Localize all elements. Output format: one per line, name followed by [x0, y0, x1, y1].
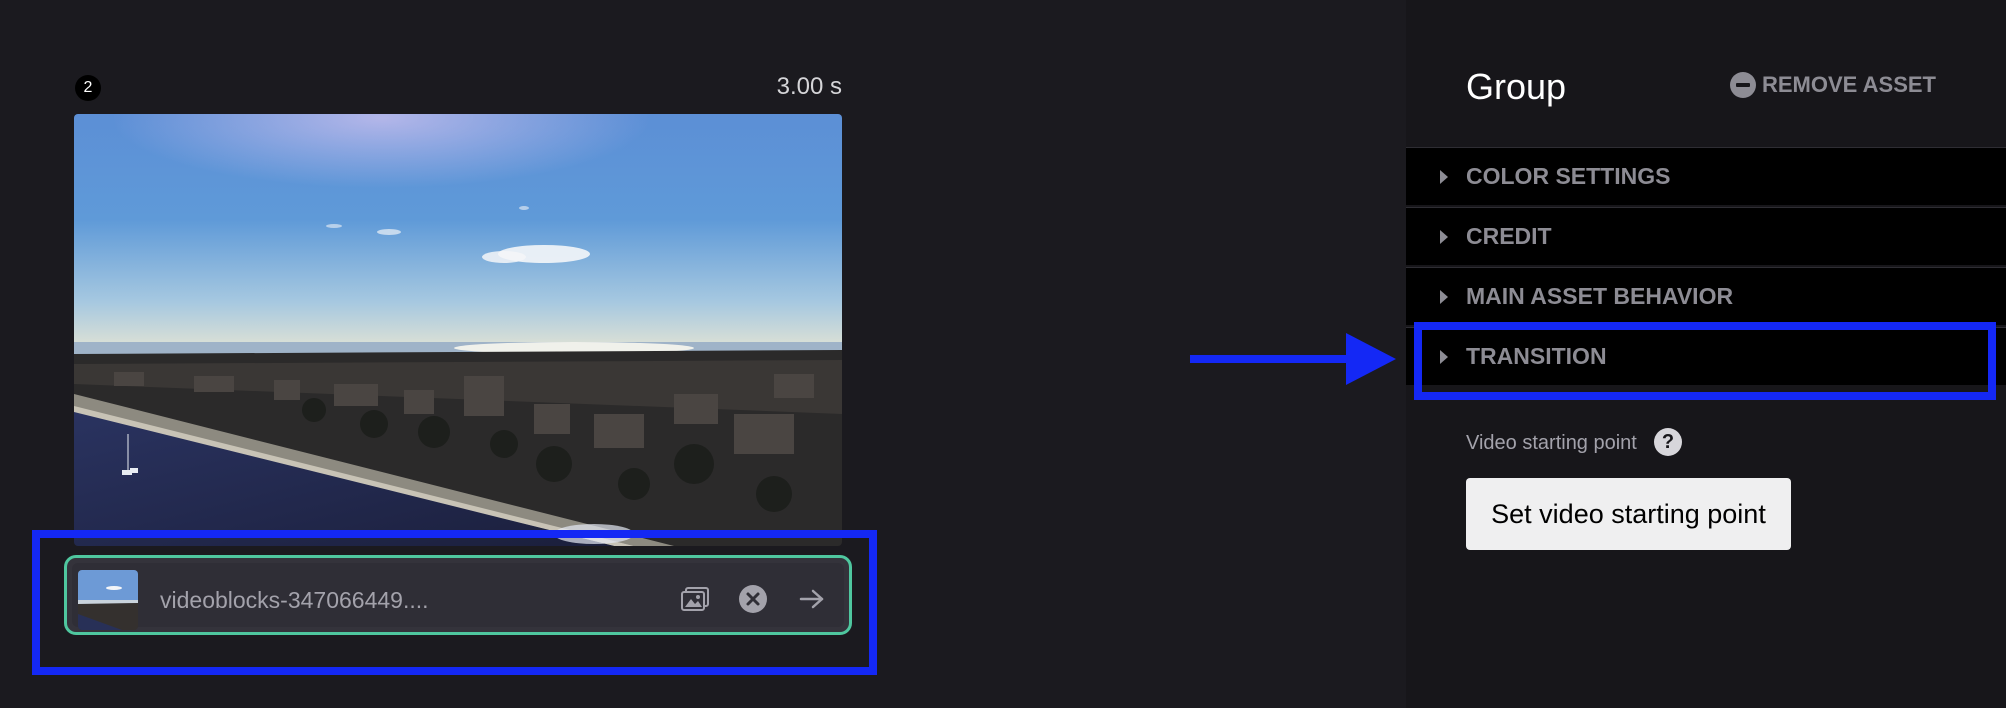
arrow-right-icon[interactable]: [795, 582, 829, 616]
help-icon[interactable]: ?: [1654, 428, 1682, 456]
asset-filename: videoblocks-347066449....: [160, 587, 429, 613]
remove-asset-button[interactable]: REMOVE ASSET: [1730, 72, 1936, 98]
panel-title: Group: [1466, 66, 1567, 107]
settings-panel: Group REMOVE ASSET COLOR SETTINGS CREDIT…: [1406, 0, 2006, 708]
section-transition[interactable]: TRANSITION: [1406, 327, 2006, 385]
asset-row[interactable]: videoblocks-347066449....: [64, 555, 852, 635]
scene-duration: 3.00 s: [776, 73, 842, 100]
scene-number-badge: 2: [75, 75, 101, 101]
video-preview-image: [74, 114, 842, 546]
section-label: MAIN ASSET BEHAVIOR: [1466, 283, 1734, 309]
remove-asset-label: REMOVE ASSET: [1762, 72, 1936, 97]
section-label: TRANSITION: [1466, 343, 1607, 369]
close-circle-icon[interactable]: [736, 582, 770, 616]
annotation-arrow: [1190, 333, 1396, 385]
caret-right-icon: [1440, 169, 1448, 184]
section-credit[interactable]: CREDIT: [1406, 207, 2006, 265]
asset-row-inner: videoblocks-347066449....: [72, 563, 844, 630]
caret-right-icon: [1440, 289, 1448, 304]
video-preview[interactable]: [74, 114, 842, 546]
section-main-asset-behavior[interactable]: MAIN ASSET BEHAVIOR: [1406, 267, 2006, 325]
video-starting-point-label: Video starting point: [1466, 432, 1637, 454]
section-label: COLOR SETTINGS: [1466, 163, 1671, 189]
section-label: CREDIT: [1466, 223, 1552, 249]
asset-thumbnail: [78, 570, 138, 630]
image-icon[interactable]: [678, 582, 712, 616]
minus-circle-icon: [1730, 72, 1756, 98]
section-color-settings[interactable]: COLOR SETTINGS: [1406, 147, 2006, 205]
caret-right-icon: [1440, 229, 1448, 244]
caret-right-icon: [1440, 349, 1448, 364]
set-video-starting-point-button[interactable]: Set video starting point: [1466, 478, 1791, 550]
